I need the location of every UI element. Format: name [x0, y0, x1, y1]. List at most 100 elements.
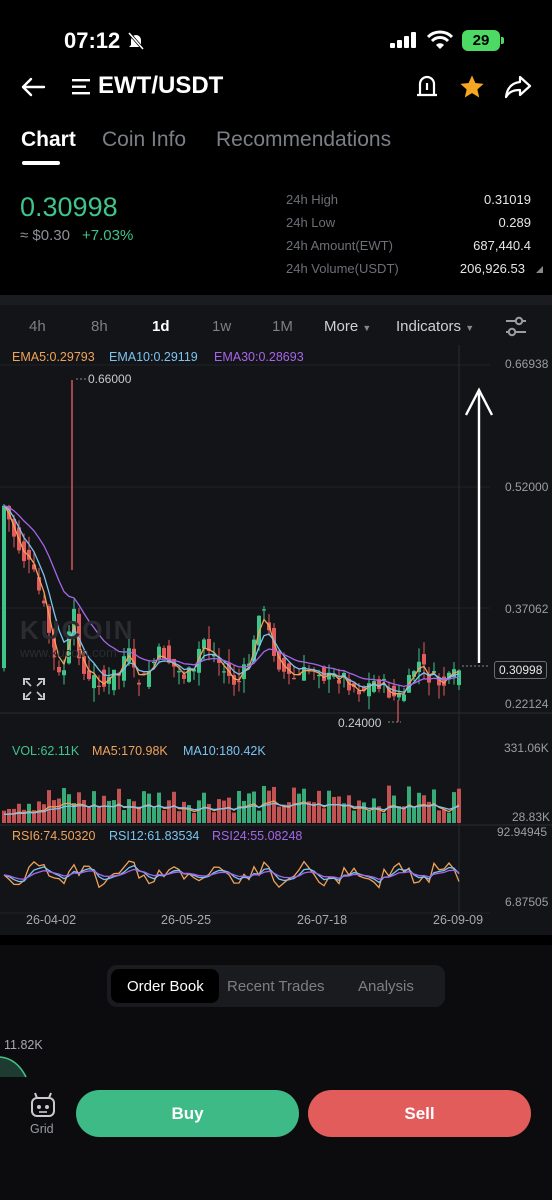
grid-label[interactable]: Grid: [30, 1122, 54, 1136]
tab-chart[interactable]: Chart: [21, 128, 76, 152]
volume-bar: [77, 792, 81, 823]
volume-bar: [257, 810, 261, 823]
pair-menu-icon[interactable]: [72, 78, 92, 96]
ma10-legend: MA10:180.42K: [183, 744, 266, 758]
volume-bar: [372, 798, 376, 823]
volume-bar: [332, 796, 336, 823]
buy-button[interactable]: Buy: [76, 1090, 299, 1137]
price-axis-top: 0.66938: [505, 357, 549, 371]
expand-corner-icon[interactable]: [536, 266, 543, 273]
status-time: 07:12: [64, 28, 121, 53]
candle-body: [112, 669, 116, 691]
volume-bar: [337, 796, 341, 823]
volume-bar: [42, 804, 46, 823]
chart-settings-icon[interactable]: [504, 316, 528, 338]
date-label-4: 26-09-09: [433, 913, 484, 927]
stat-label-amount: 24h Amount(EWT): [286, 238, 393, 253]
volume-bar: [387, 785, 391, 823]
volume-bar: [322, 808, 326, 823]
price-axis-bottom: 0.22124: [505, 697, 549, 711]
bell-muted-icon: [127, 32, 145, 50]
tab-recommendations[interactable]: Recommendations: [216, 128, 391, 152]
price-change: +7.03%: [82, 227, 134, 244]
candle-body: [237, 680, 241, 683]
volume-bar: [382, 812, 386, 823]
indicators-label: Indicators: [396, 318, 462, 335]
ma5-legend: MA5:170.98K: [92, 744, 168, 758]
share-icon[interactable]: [504, 74, 532, 100]
tab-recent-trades[interactable]: Recent Trades: [227, 978, 325, 995]
volume-bar: [222, 800, 226, 823]
tab-analysis[interactable]: Analysis: [358, 978, 414, 995]
fullscreen-icon[interactable]: [22, 677, 46, 701]
timeframe-1m[interactable]: 1M: [272, 318, 293, 335]
last-price: 0.30998: [20, 192, 118, 222]
timeframe-1d[interactable]: 1d: [152, 318, 170, 335]
volume-bar: [112, 800, 116, 823]
vol-legend: VOL:62.11K: [12, 744, 80, 758]
ema5-legend: EMA5:0.29793: [12, 350, 95, 364]
volume-bar: [107, 800, 111, 823]
price-axis-2: 0.52000: [505, 480, 549, 494]
grid-bot-icon[interactable]: [28, 1091, 58, 1121]
candle-body: [222, 671, 226, 673]
volume-bar: [417, 792, 421, 823]
ema30-legend: EMA30:0.28693: [214, 350, 304, 364]
stat-label-volume: 24h Volume(USDT): [286, 261, 399, 276]
volume-bar: [297, 793, 301, 823]
volume-bar: [122, 810, 126, 823]
candle-body: [97, 685, 101, 687]
tab-active-indicator: [22, 161, 60, 165]
battery-tip: [501, 37, 504, 44]
more-label: More: [324, 318, 359, 335]
tab-coin-info[interactable]: Coin Info: [102, 128, 186, 152]
timeframe-8h[interactable]: 8h: [91, 318, 108, 335]
date-label-1: 26-04-02: [26, 913, 77, 927]
candle-body: [57, 666, 61, 673]
sell-button[interactable]: Sell: [308, 1090, 531, 1137]
candle-body: [177, 671, 181, 673]
back-arrow-icon[interactable]: [20, 74, 46, 100]
volume-bar: [172, 791, 176, 823]
volume-bar: [132, 801, 136, 823]
volume-bar: [442, 809, 446, 823]
ema10-legend: EMA10:0.29119: [109, 350, 198, 364]
volume-bar: [197, 800, 201, 823]
timeframe-4h[interactable]: 4h: [29, 318, 46, 335]
volume-bar: [177, 811, 181, 823]
candle-body: [92, 675, 96, 689]
volume-bar: [397, 806, 401, 823]
tab-order-book[interactable]: Order Book: [127, 978, 204, 995]
volume-bar: [92, 791, 96, 823]
volume-bar: [192, 812, 196, 823]
volume-bar: [357, 800, 361, 823]
candle-body: [372, 681, 376, 692]
indicators-dropdown[interactable]: Indicators ▼: [396, 318, 474, 335]
fiat-price: ≈ $0.30: [20, 227, 70, 244]
current-price-tag: 0.30998: [494, 661, 548, 679]
vol-axis-top: 331.06K: [504, 741, 549, 755]
date-label-3: 26-07-18: [297, 913, 348, 927]
volume-bar: [247, 793, 251, 823]
volume-bar: [157, 792, 161, 823]
price-alert-icon[interactable]: [414, 74, 440, 100]
volume-bar: [167, 800, 171, 823]
date-label-2: 26-05-25: [161, 913, 212, 927]
more-dropdown[interactable]: More ▼: [324, 318, 371, 335]
cellular-signal-icon: [390, 32, 416, 48]
stat-value-volume: 206,926.53: [459, 261, 525, 276]
volume-bar: [362, 802, 366, 823]
favorite-star-icon[interactable]: [458, 73, 486, 101]
volume-bar: [432, 789, 436, 823]
timeframe-1w[interactable]: 1w: [212, 318, 231, 335]
volume-bar: [127, 799, 131, 823]
vol-axis-bottom: 28.83K: [512, 810, 551, 824]
candle-body: [422, 654, 426, 665]
volume-bar: [217, 799, 221, 823]
volume-bar: [62, 788, 66, 823]
volume-bar: [67, 794, 71, 823]
volume-bar: [147, 793, 151, 823]
depth-value: 11.82K: [4, 1038, 43, 1052]
pair-title[interactable]: EWT/USDT: [98, 72, 223, 100]
volume-bar: [412, 806, 416, 823]
